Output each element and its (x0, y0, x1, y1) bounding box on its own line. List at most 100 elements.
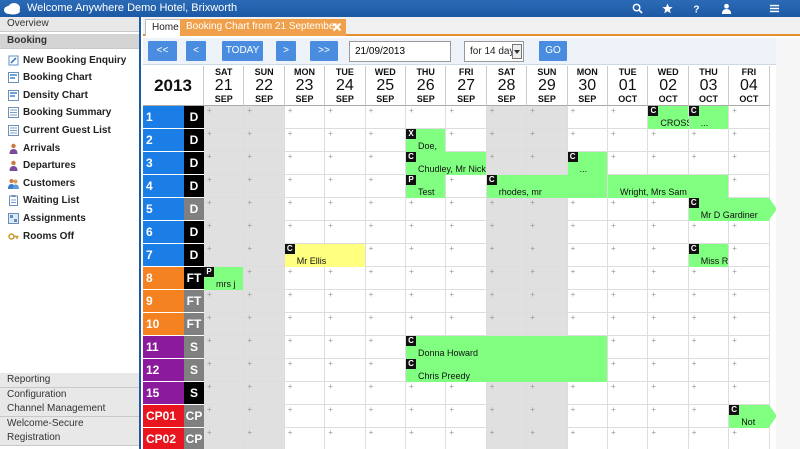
chart-cell[interactable]: + (365, 290, 406, 313)
chart-cell[interactable]: + (689, 428, 730, 449)
chart-cell[interactable]: + (567, 382, 608, 405)
chart-cell[interactable]: + (608, 336, 649, 359)
chart-cell[interactable]: + (527, 152, 568, 175)
chart-cell[interactable]: + (325, 428, 366, 449)
user-icon[interactable] (710, 0, 742, 17)
chart-cell[interactable]: + (486, 428, 528, 449)
chart-cell[interactable]: + (284, 175, 326, 198)
room-number[interactable]: 1 (143, 106, 184, 129)
room-number[interactable]: 7 (143, 244, 184, 267)
chart-cell[interactable]: + (244, 382, 285, 405)
room-number[interactable]: 5 (143, 198, 184, 221)
sidebar-item-current-guest-list[interactable]: Current Guest List (8, 122, 111, 138)
close-icon[interactable] (332, 22, 342, 32)
chart-cell[interactable]: + (486, 267, 528, 290)
sidebar-section-channel-management[interactable]: Channel Management (0, 402, 139, 417)
chart-cell[interactable]: + (285, 428, 326, 449)
chart-cell[interactable]: + (608, 359, 649, 382)
chart-cell[interactable]: + (729, 313, 770, 336)
chart-cell[interactable]: + (325, 267, 366, 290)
chart-cell[interactable]: + (648, 313, 689, 336)
chart-cell[interactable]: + (244, 405, 285, 428)
chart-cell[interactable]: + (244, 198, 285, 221)
sidebar-item-customers[interactable]: Customers (8, 175, 75, 191)
chart-cell[interactable]: + (688, 382, 730, 405)
chart-cell[interactable]: + (325, 221, 366, 244)
booking-block[interactable]: C Mr Ellis (284, 244, 365, 267)
chart-cell[interactable]: + (284, 129, 326, 152)
chart-cell[interactable]: + (688, 267, 730, 290)
chart-cell[interactable]: + (365, 221, 406, 244)
chart-cell[interactable]: + (648, 221, 689, 244)
room-number[interactable]: 6 (143, 221, 184, 244)
chart-cell[interactable]: + (608, 313, 649, 336)
sidebar-section-welcome-secure[interactable]: Welcome-Secure (0, 416, 139, 432)
chart-cell[interactable]: + (284, 382, 326, 405)
chart-cell[interactable]: + (527, 267, 568, 290)
room-number[interactable]: 2 (143, 129, 184, 152)
chart-cell[interactable]: + (204, 382, 245, 405)
booking-block[interactable]: C... (567, 152, 607, 175)
chart-cell[interactable]: + (406, 405, 447, 428)
chart-cell[interactable]: + (446, 382, 487, 405)
room-number[interactable]: 8 (143, 267, 184, 290)
chart-cell[interactable]: + (446, 267, 487, 290)
sidebar-item-density-chart[interactable]: Density Chart (8, 87, 88, 103)
room-number[interactable]: 11 (143, 336, 184, 359)
chart-cell[interactable]: + (568, 428, 608, 449)
chart-cell[interactable]: + (365, 267, 406, 290)
booking-block[interactable]: C Not (729, 405, 776, 428)
chart-cell[interactable]: + (527, 244, 568, 267)
chart-cell[interactable]: + (608, 267, 649, 290)
chart-cell[interactable]: + (446, 106, 487, 129)
chart-cell[interactable]: + (608, 290, 649, 313)
chart-cell[interactable]: + (567, 267, 608, 290)
room-number[interactable]: CP02 (143, 428, 184, 449)
chart-cell[interactable]: + (729, 267, 770, 290)
chart-cell[interactable]: + (486, 313, 528, 336)
chart-cell[interactable]: + (284, 290, 326, 313)
chart-cell[interactable]: + (648, 244, 689, 267)
sidebar-item-assignments[interactable]: Assignments (8, 210, 86, 226)
sidebar-item-waiting-list[interactable]: Waiting List (8, 193, 79, 209)
range-select[interactable]: for 14 days (464, 41, 524, 62)
chart-cell[interactable]: + (729, 428, 770, 449)
chart-cell[interactable]: + (567, 198, 608, 221)
booking-block[interactable]: X Doe, (406, 129, 446, 152)
chart-cell[interactable]: + (648, 428, 689, 449)
go-button[interactable]: GO (539, 41, 567, 61)
room-number[interactable]: 15 (143, 382, 184, 405)
chart-cell[interactable]: + (688, 129, 730, 152)
chart-cell[interactable]: + (648, 290, 689, 313)
room-number[interactable]: 12 (143, 359, 184, 382)
chart-cell[interactable]: + (648, 382, 689, 405)
chart-cell[interactable]: + (284, 359, 326, 382)
chart-cell[interactable]: + (446, 244, 487, 267)
chart-cell[interactable]: + (486, 290, 528, 313)
booking-block[interactable]: C Chris Preedy (406, 359, 607, 382)
chart-cell[interactable]: + (688, 221, 730, 244)
prev-button[interactable]: < (186, 41, 206, 61)
chart-cell[interactable]: + (567, 129, 608, 152)
chart-cell[interactable]: + (204, 336, 245, 359)
chart-cell[interactable]: + (204, 405, 245, 428)
chart-cell[interactable]: + (567, 221, 608, 244)
chart-cell[interactable]: + (688, 405, 730, 428)
chart-cell[interactable]: + (608, 221, 649, 244)
chart-cell[interactable]: + (366, 428, 406, 449)
booking-block[interactable]: P Test (406, 175, 446, 198)
booking-block[interactable]: C Donna Howard (406, 336, 607, 359)
chart-cell[interactable]: + (244, 336, 285, 359)
chart-cell[interactable]: + (486, 405, 528, 428)
chart-cell[interactable]: + (204, 221, 245, 244)
chart-cell[interactable]: + (244, 175, 285, 198)
chart-cell[interactable]: + (406, 428, 447, 449)
search-icon[interactable] (621, 0, 653, 17)
chart-cell[interactable]: + (446, 428, 487, 449)
chart-cell[interactable]: + (406, 290, 447, 313)
chart-cell[interactable]: + (688, 336, 730, 359)
chart-cell[interactable]: + (446, 175, 487, 198)
chart-cell[interactable]: + (406, 198, 447, 221)
booking-block[interactable]: Crhodes, mr (486, 175, 607, 198)
chart-cell[interactable]: + (688, 313, 730, 336)
